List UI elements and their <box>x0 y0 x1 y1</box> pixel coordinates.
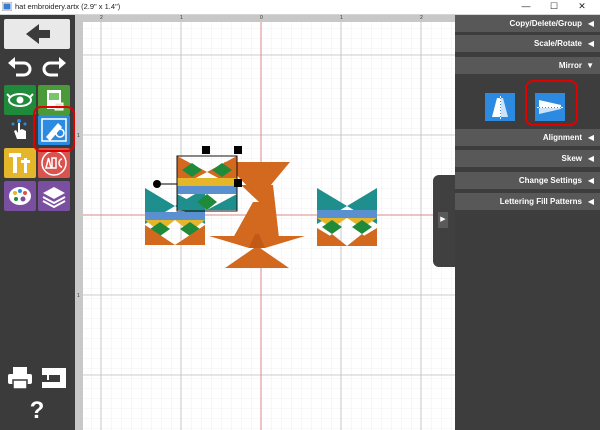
section-label: Change Settings <box>518 176 582 185</box>
section-label: Mirror <box>558 61 582 70</box>
undo-icon <box>8 57 32 77</box>
collapse-arrow-icon: ◀ <box>587 133 594 142</box>
view-button[interactable] <box>4 85 36 115</box>
top-ruler: 2 1 0 1 2 <box>75 15 455 22</box>
layers-button[interactable] <box>38 181 70 211</box>
left-ruler: 1 1 <box>75 15 83 430</box>
mirror-highlight <box>525 80 578 126</box>
section-label: Alignment <box>542 133 582 142</box>
title-bar: hat embroidery.artx (2.9" x 1.4") — ☐ ✕ <box>0 0 600 15</box>
undo-button[interactable] <box>4 53 36 83</box>
print-icon <box>8 367 32 390</box>
ruler-tick-label: 0 <box>260 15 263 21</box>
collapse-arrow-icon: ◀ <box>587 154 594 163</box>
mirror-horizontal-button[interactable] <box>485 93 515 121</box>
ruler-tick-label: 1 <box>77 293 80 299</box>
app-icon <box>2 2 12 11</box>
right-panel: Copy/Delete/Group ◀ Scale/Rotate ◀ Mirro… <box>455 15 600 430</box>
embroidery-design[interactable] <box>83 22 455 430</box>
ruler-tick-label: 1 <box>180 15 183 21</box>
text-button[interactable] <box>4 148 36 178</box>
redo-icon <box>42 57 66 77</box>
back-arrow-icon <box>26 24 50 44</box>
panel-collapse-tab[interactable]: ▶ <box>433 175 455 267</box>
palette-icon <box>9 187 31 205</box>
help-button[interactable]: ? <box>4 396 70 426</box>
ruler-tick-label: 1 <box>77 133 80 139</box>
ruler-tick-label: 2 <box>420 15 423 21</box>
right-motif[interactable] <box>317 188 377 246</box>
print-button[interactable] <box>4 363 36 393</box>
rotate-handle <box>153 180 161 188</box>
section-skew[interactable]: Skew ◀ <box>455 150 600 168</box>
section-label: Scale/Rotate <box>533 39 582 48</box>
select-button[interactable] <box>4 115 36 145</box>
design-canvas[interactable] <box>83 22 455 430</box>
minimize-button[interactable]: — <box>512 0 540 14</box>
section-label: Skew <box>561 154 582 163</box>
transform-highlight <box>33 106 75 152</box>
ruler-tick-label: 1 <box>340 15 343 21</box>
section-lettering-fill-patterns[interactable]: Lettering Fill Patterns ◀ <box>455 193 600 211</box>
monogram-abc-icon <box>41 150 67 176</box>
selected-motif[interactable] <box>177 156 237 210</box>
back-button[interactable] <box>4 19 70 49</box>
redo-button[interactable] <box>38 53 70 83</box>
palette-button[interactable] <box>4 181 36 211</box>
section-mirror[interactable]: Mirror ▼ <box>455 57 600 75</box>
collapse-arrow-icon: ◀ <box>587 197 594 206</box>
collapse-arrow-icon[interactable]: ▶ <box>438 212 448 228</box>
layers-icon <box>42 187 66 209</box>
maximize-button[interactable]: ☐ <box>540 0 568 14</box>
scale-handle <box>234 146 242 154</box>
expand-arrow-icon: ▼ <box>586 61 594 70</box>
collapse-arrow-icon: ◀ <box>587 176 594 185</box>
left-motif[interactable] <box>145 188 205 245</box>
mirror-horizontal-icon <box>492 96 508 119</box>
view-eye-icon <box>6 93 34 107</box>
close-button[interactable]: ✕ <box>568 0 596 14</box>
section-change-settings[interactable]: Change Settings ◀ <box>455 172 600 190</box>
select-hand-icon <box>11 119 27 139</box>
monogram-button[interactable] <box>38 148 70 178</box>
text-tt-icon <box>9 153 30 173</box>
ruler-tick-label: 2 <box>100 15 103 21</box>
collapse-arrow-icon: ◀ <box>587 19 594 28</box>
section-copy-delete-group[interactable]: Copy/Delete/Group ◀ <box>455 15 600 33</box>
embroidery-machine-icon <box>42 368 66 388</box>
help-icon: ? <box>29 397 45 424</box>
section-label: Lettering Fill Patterns <box>499 197 582 206</box>
section-scale-rotate[interactable]: Scale/Rotate ◀ <box>455 35 600 53</box>
section-alignment[interactable]: Alignment ◀ <box>455 129 600 147</box>
window-title: hat embroidery.artx (2.9" x 1.4") <box>15 2 121 11</box>
section-label: Copy/Delete/Group <box>509 19 582 28</box>
scale-handle <box>234 179 242 187</box>
left-toolbar: ? <box>0 15 75 430</box>
scale-handle <box>202 146 210 154</box>
collapse-arrow-icon: ◀ <box>587 39 594 48</box>
embroidery-machine-button[interactable] <box>38 363 70 393</box>
